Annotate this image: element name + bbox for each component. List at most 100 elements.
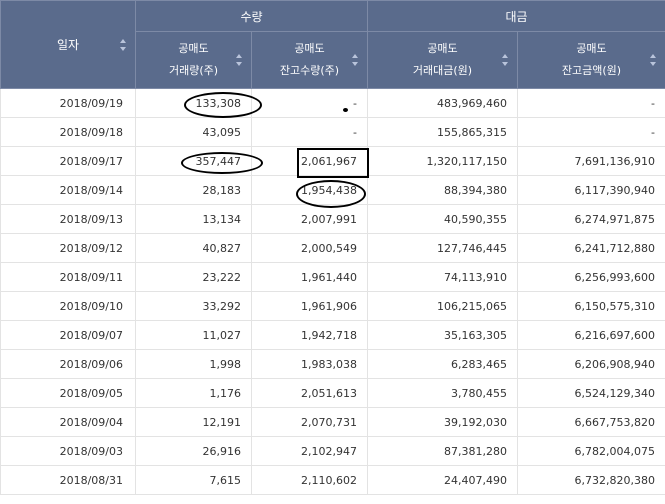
cell-balance-amount: 6,117,390,940	[517, 175, 665, 205]
cell-trade-amount: 88,394,380	[367, 175, 518, 205]
cell-trade-amount: 155,865,315	[367, 117, 518, 147]
cell-volume: 23,222	[135, 262, 252, 292]
cell-date: 2018/09/13	[0, 204, 136, 234]
cell-trade-amount: 35,163,305	[367, 320, 518, 350]
cell-trade-amount: 6,283,465	[367, 349, 518, 379]
group-header-quantity: 수량	[135, 0, 368, 32]
cell-volume: 40,827	[135, 233, 252, 263]
cell-balance-quantity: 1,961,440	[251, 262, 368, 292]
cell-date: 2018/09/14	[0, 175, 136, 205]
cell-date: 2018/09/11	[0, 262, 136, 292]
cell-balance-quantity: 2,070,731	[251, 407, 368, 437]
cell-volume: 1,176	[135, 378, 252, 408]
column-header-top: 공매도	[294, 42, 325, 55]
column-header-top: 공매도	[427, 42, 458, 55]
sort-icon[interactable]	[502, 54, 509, 66]
column-header-volume[interactable]: 공매도 거래량(주)	[135, 31, 252, 89]
cell-volume: 7,615	[135, 465, 252, 495]
cell-balance-quantity: 1,983,038	[251, 349, 368, 379]
table-row: 2018/09/12 40,827 2,000,549 127,746,445 6,24…	[0, 233, 665, 263]
cell-volume: 33,292	[135, 291, 252, 321]
cell-balance-amount: 7,691,136,910	[517, 146, 665, 176]
cell-balance-amount: 6,256,993,600	[517, 262, 665, 292]
cell-balance-amount: -	[517, 88, 665, 118]
column-header-date-label: 일자	[56, 38, 80, 52]
cell-balance-quantity: 2,061,967	[251, 146, 368, 176]
cell-volume: 133,308	[135, 88, 252, 118]
cell-balance-amount: 6,667,753,820	[517, 407, 665, 437]
column-header-bottom: 잔고수량(주)	[279, 64, 340, 77]
column-header-balance-amount[interactable]: 공매도 잔고금액(원)	[517, 31, 665, 89]
cell-balance-quantity: 2,102,947	[251, 436, 368, 466]
column-header-bottom: 거래대금(원)	[412, 64, 473, 77]
cell-balance-amount: 6,216,697,600	[517, 320, 665, 350]
sort-icon[interactable]	[120, 38, 127, 51]
table-row: 2018/08/31 7,615 2,110,602 24,407,490 6,732,…	[0, 465, 665, 495]
cell-balance-quantity: -	[251, 117, 368, 147]
cell-trade-amount: 39,192,030	[367, 407, 518, 437]
table-row: 2018/09/06 1,998 1,983,038 6,283,465 6,206,9…	[0, 349, 665, 379]
table-row: 2018/09/13 13,134 2,007,991 40,590,355 6,274…	[0, 204, 665, 234]
cell-balance-quantity: 2,000,549	[251, 233, 368, 263]
sort-icon[interactable]	[236, 54, 243, 66]
sort-icon[interactable]	[650, 54, 657, 66]
table-row: 2018/09/18 43,095-155,865,315-	[0, 117, 665, 147]
cell-date: 2018/09/04	[0, 407, 136, 437]
cell-volume: 13,134	[135, 204, 252, 234]
cell-volume: 43,095	[135, 117, 252, 147]
table-row: 2018/09/19 133,308-483,969,460-	[0, 88, 665, 118]
cell-balance-amount: 6,732,820,380	[517, 465, 665, 495]
cell-date: 2018/09/19	[0, 88, 136, 118]
cell-date: 2018/09/03	[0, 436, 136, 466]
cell-date: 2018/09/07	[0, 320, 136, 350]
cell-balance-quantity: -	[251, 88, 368, 118]
cell-trade-amount: 483,969,460	[367, 88, 518, 118]
column-header-balance-quantity[interactable]: 공매도 잔고수량(주)	[251, 31, 368, 89]
cell-date: 2018/09/10	[0, 291, 136, 321]
column-header-trade-amount[interactable]: 공매도 거래대금(원)	[367, 31, 518, 89]
group-header-amount-label: 대금	[505, 9, 528, 24]
cell-volume: 1,998	[135, 349, 252, 379]
cell-balance-quantity: 1,942,718	[251, 320, 368, 350]
cell-balance-quantity: 2,051,613	[251, 378, 368, 408]
cell-date: 2018/09/17	[0, 146, 136, 176]
cell-balance-amount: 6,782,004,075	[517, 436, 665, 466]
cell-date: 2018/09/06	[0, 349, 136, 379]
table-row: 2018/09/10 33,292 1,961,906 106,215,065 6,15…	[0, 291, 665, 321]
column-header-bottom: 잔고금액(원)	[561, 64, 622, 77]
cell-trade-amount: 24,407,490	[367, 465, 518, 495]
cell-date: 2018/09/05	[0, 378, 136, 408]
cell-date: 2018/08/31	[0, 465, 136, 495]
cell-trade-amount: 1,320,117,150	[367, 146, 518, 176]
cell-balance-quantity: 1,961,906	[251, 291, 368, 321]
cell-trade-amount: 87,381,280	[367, 436, 518, 466]
cell-volume: 357,447	[135, 146, 252, 176]
cell-balance-amount: 6,241,712,880	[517, 233, 665, 263]
column-header-top: 공매도	[576, 42, 607, 55]
table-row: 2018/09/07 11,027 1,942,718 35,163,305 6,216…	[0, 320, 665, 350]
table-row: 2018/09/14 28,183 1,954,438 88,394,380 6,117…	[0, 175, 665, 205]
table-row: 2018/09/17 357,447 2,061,967 1,320,117,150 7…	[0, 146, 665, 176]
short-selling-table: 일자 수량 대금 공매도 거래량(주) 공매도 잔고수량(주) 공매도 거래대금…	[0, 0, 665, 495]
cell-date: 2018/09/18	[0, 117, 136, 147]
table-row: 2018/09/04 12,191 2,070,731 39,192,030 6,667…	[0, 407, 665, 437]
cell-balance-amount: 6,524,129,340	[517, 378, 665, 408]
cell-volume: 11,027	[135, 320, 252, 350]
column-header-date[interactable]: 일자	[0, 0, 136, 89]
sort-icon[interactable]	[352, 54, 359, 66]
cell-balance-amount: 6,206,908,940	[517, 349, 665, 379]
cell-trade-amount: 106,215,065	[367, 291, 518, 321]
group-header-quantity-label: 수량	[240, 9, 263, 24]
table-row: 2018/09/03 26,916 2,102,947 87,381,280 6,782…	[0, 436, 665, 466]
cell-balance-amount: -	[517, 117, 665, 147]
column-header-bottom: 거래량(주)	[168, 64, 219, 77]
cell-volume: 12,191	[135, 407, 252, 437]
cell-balance-quantity: 2,110,602	[251, 465, 368, 495]
cell-trade-amount: 127,746,445	[367, 233, 518, 263]
table-row: 2018/09/11 23,222 1,961,440 74,113,910 6,256…	[0, 262, 665, 292]
cell-trade-amount: 74,113,910	[367, 262, 518, 292]
cell-date: 2018/09/12	[0, 233, 136, 263]
cell-balance-quantity: 1,954,438	[251, 175, 368, 205]
cell-trade-amount: 40,590,355	[367, 204, 518, 234]
cell-trade-amount: 3,780,455	[367, 378, 518, 408]
